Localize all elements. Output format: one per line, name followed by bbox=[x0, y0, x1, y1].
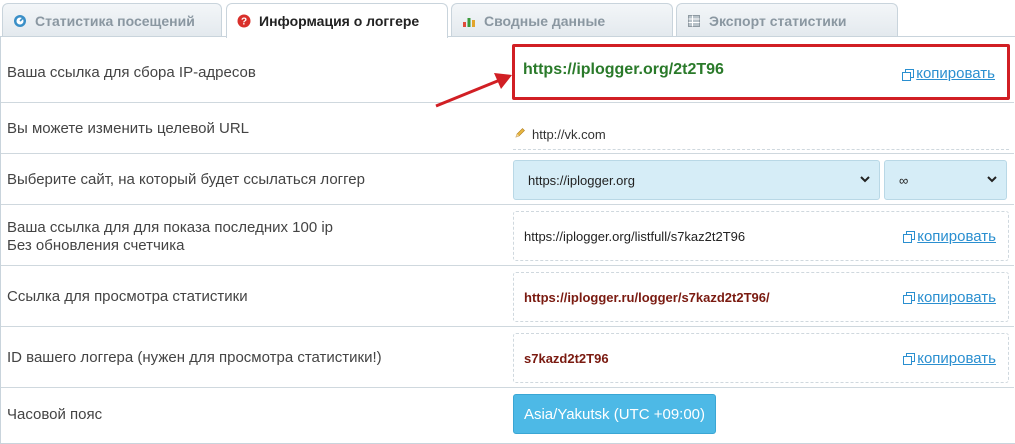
stats-link-label: Ссылка для просмотра статистики bbox=[7, 288, 248, 305]
copy-label: копировать bbox=[917, 288, 996, 306]
logger-id-label: ID вашего логгера (нужен для просмотра с… bbox=[7, 349, 382, 366]
stats-gauge-icon bbox=[13, 14, 27, 28]
question-circle-icon: ? bbox=[237, 14, 251, 28]
tab-label: Сводные данные bbox=[484, 12, 606, 29]
tab-label: Статистика посещений bbox=[35, 12, 195, 29]
stats-link-row: Ссылка для просмотра статистики https://… bbox=[1, 266, 1014, 327]
tab-export-stats[interactable]: Экспорт статистики bbox=[676, 3, 898, 37]
timezone-button[interactable]: Asia/Yakutsk (UTC +09:00) bbox=[513, 394, 716, 434]
copy-icon bbox=[903, 291, 916, 304]
copy-button[interactable]: копировать bbox=[903, 350, 996, 367]
stats-link[interactable]: https://iplogger.ru/logger/s7kazd2t2T96/ bbox=[524, 290, 770, 305]
copy-icon bbox=[903, 230, 916, 243]
logger-id-value[interactable]: s7kazd2t2T96 bbox=[524, 351, 609, 366]
copy-label: копировать bbox=[917, 227, 996, 245]
lifetime-select[interactable]: ∞ bbox=[884, 160, 1007, 200]
copy-button[interactable]: копировать bbox=[903, 289, 996, 306]
logger-id-row: ID вашего логгера (нужен для просмотра с… bbox=[1, 327, 1014, 388]
site-select-label: Выберите сайт, на который будет ссылатьс… bbox=[7, 171, 365, 188]
target-url-label: Вы можете изменить целевой URL bbox=[7, 120, 250, 137]
tab-visit-stats[interactable]: Статистика посещений bbox=[2, 3, 222, 37]
chevron-down-icon bbox=[986, 173, 998, 188]
copy-icon bbox=[902, 68, 915, 81]
pencil-icon[interactable] bbox=[514, 126, 526, 144]
tab-bar: Статистика посещений ? Информация о логг… bbox=[0, 0, 1015, 38]
copy-icon bbox=[903, 352, 916, 365]
ip-link-label: Ваша ссылка для сбора IP-адресов bbox=[7, 64, 256, 81]
tab-label: Экспорт статистики bbox=[709, 12, 847, 29]
bar-chart-icon bbox=[462, 14, 476, 28]
lifetime-select-value: ∞ bbox=[899, 172, 909, 188]
site-select-row: Выберите сайт, на который будет ссылатьс… bbox=[1, 154, 1014, 205]
last100-label-line1: Ваша ссылка для для показа последних 100… bbox=[7, 219, 334, 236]
tab-logger-info[interactable]: ? Информация о логгере bbox=[226, 3, 448, 38]
ip-link[interactable]: https://iplogger.org/2t2T96 bbox=[523, 61, 724, 79]
tab-label: Информация о логгере bbox=[259, 13, 420, 29]
chevron-down-icon bbox=[859, 173, 871, 188]
site-select[interactable]: https://iplogger.org bbox=[513, 160, 880, 200]
timezone-row: Часовой пояс Asia/Yakutsk (UTC +09:00) bbox=[1, 388, 1014, 444]
copy-label: копировать bbox=[917, 349, 996, 367]
last100-link[interactable]: https://iplogger.org/listfull/s7kaz2t2T9… bbox=[524, 229, 745, 244]
svg-text:?: ? bbox=[241, 17, 247, 28]
last100-label-line2: Без обновления счетчика bbox=[7, 237, 185, 254]
target-url-value: http://vk.com bbox=[532, 127, 606, 142]
last100-field: https://iplogger.org/listfull/s7kaz2t2T9… bbox=[513, 211, 1009, 261]
copy-label: копировать bbox=[916, 65, 995, 82]
logger-id-field: s7kazd2t2T96 копировать bbox=[513, 333, 1009, 383]
site-select-value: https://iplogger.org bbox=[528, 172, 635, 188]
copy-button[interactable]: копировать bbox=[902, 65, 995, 82]
target-url-editable[interactable]: http://vk.com bbox=[513, 123, 1009, 150]
last100-label: Ваша ссылка для для показа последних 100… bbox=[7, 219, 333, 255]
target-url-row: Вы можете изменить целевой URL http://vk… bbox=[1, 103, 1014, 154]
timezone-label: Часовой пояс bbox=[7, 406, 103, 423]
export-sheet-icon bbox=[687, 14, 701, 28]
tab-summary-data[interactable]: Сводные данные bbox=[451, 3, 673, 37]
last100-row: Ваша ссылка для для показа последних 100… bbox=[1, 205, 1014, 266]
stats-link-field: https://iplogger.ru/logger/s7kazd2t2T96/… bbox=[513, 272, 1009, 322]
ip-link-highlight: https://iplogger.org/2t2T96 копировать bbox=[512, 44, 1010, 100]
copy-button[interactable]: копировать bbox=[903, 228, 996, 245]
